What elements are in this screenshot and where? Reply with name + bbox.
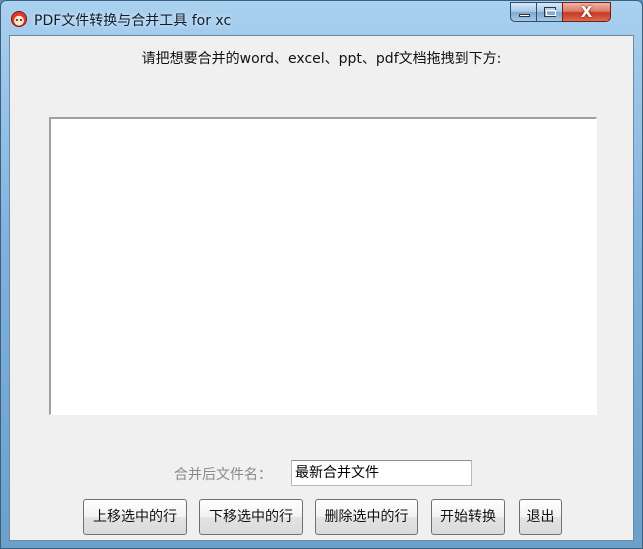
move-up-button[interactable]: 上移选中的行 — [83, 499, 187, 535]
app-face-icon — [11, 11, 27, 27]
window-title: PDF文件转换与合并工具 for xc — [34, 13, 232, 29]
file-drop-list[interactable] — [49, 117, 597, 415]
minimize-button[interactable] — [510, 2, 537, 22]
close-button[interactable]: X — [562, 2, 611, 22]
app-window: PDF文件转换与合并工具 for xc X 请把想要合并的word、excel、… — [0, 0, 643, 549]
delete-row-button[interactable]: 删除选中的行 — [315, 499, 418, 535]
start-convert-button[interactable]: 开始转换 — [431, 499, 505, 535]
minimize-icon — [519, 14, 530, 17]
move-down-button[interactable]: 下移选中的行 — [199, 499, 303, 535]
close-icon: X — [580, 3, 593, 21]
instruction-text: 请把想要合并的word、excel、ppt、pdf文档拖拽到下方: — [141, 51, 502, 67]
title-bar[interactable]: PDF文件转换与合并工具 for xc X — [1, 1, 642, 35]
client-area: 请把想要合并的word、excel、ppt、pdf文档拖拽到下方: 合并后文件名… — [9, 35, 634, 541]
maximize-icon — [544, 7, 556, 17]
output-filename-label: 合并后文件名： — [174, 467, 272, 483]
exit-button[interactable]: 退出 — [519, 499, 562, 535]
output-filename-input[interactable]: 最新合并文件 — [291, 460, 472, 486]
maximize-button[interactable] — [536, 2, 563, 22]
